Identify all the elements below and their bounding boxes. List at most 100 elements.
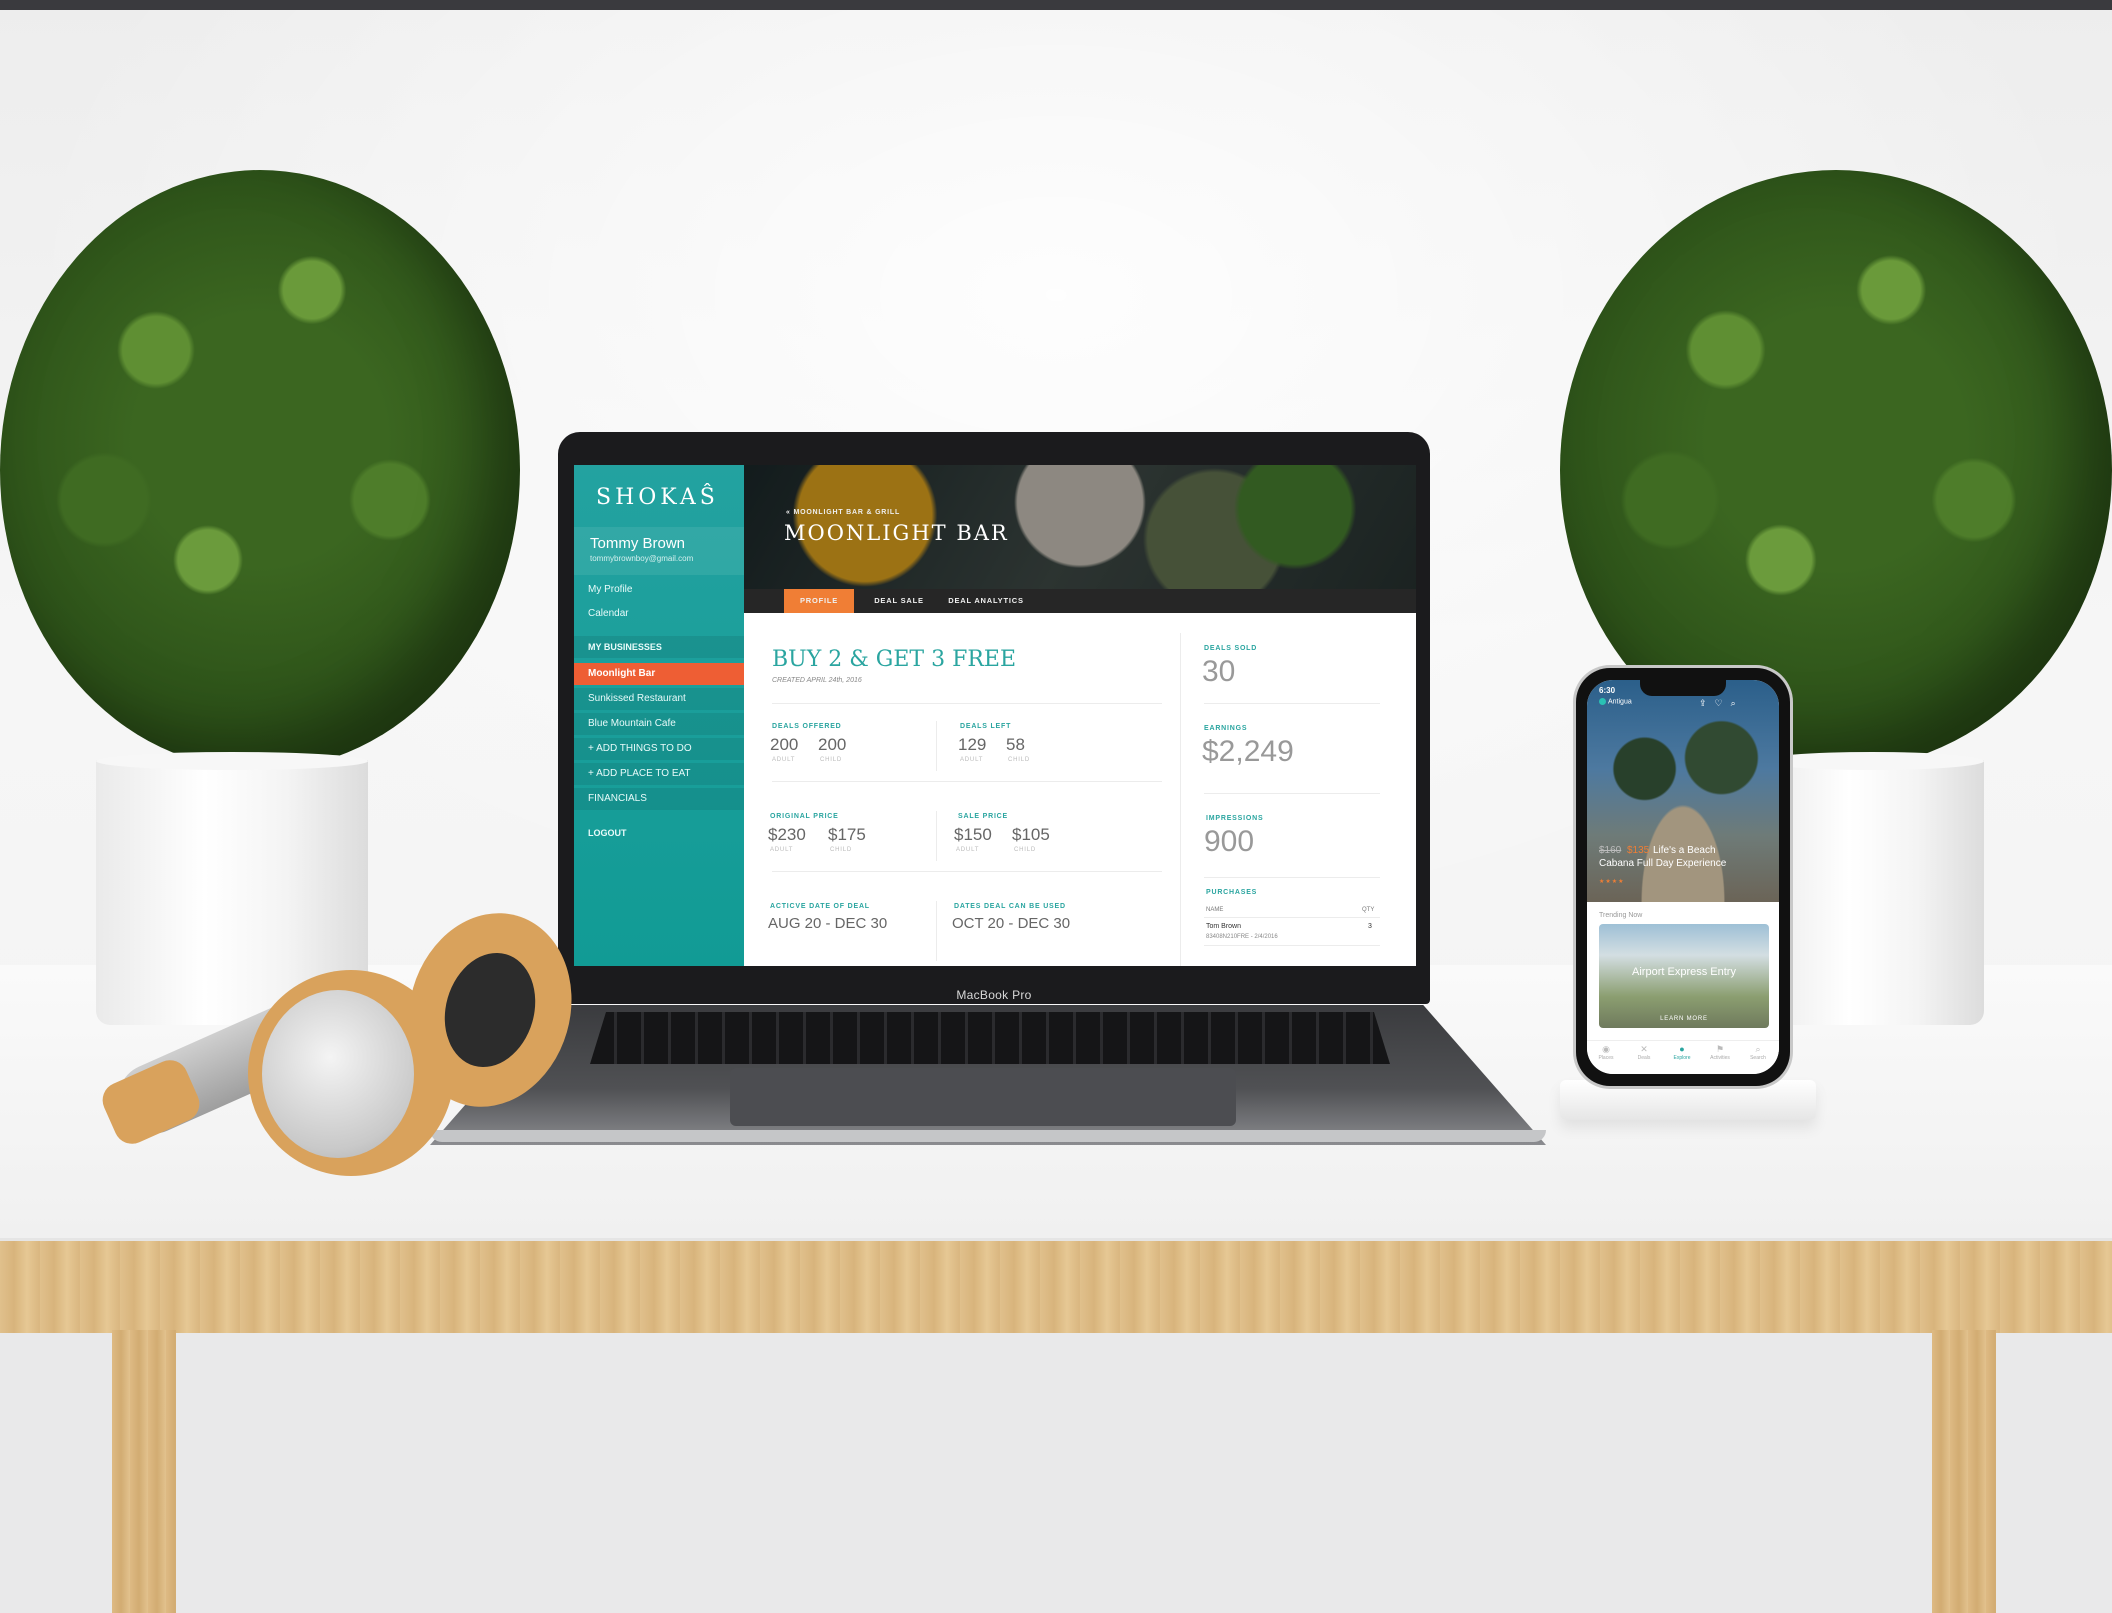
deals-sold-label: DEALS SOLD <box>1204 645 1258 652</box>
learn-more-link[interactable]: LEARN MORE <box>1599 1016 1769 1022</box>
desk-edge <box>0 1238 2112 1333</box>
user-block[interactable]: Tommy Brown tommybrownboy@gmail.com <box>574 527 744 575</box>
original-price-child: $175 <box>828 825 866 844</box>
deal-created-date: CREATED APRIL 24th, 2016 <box>772 677 862 684</box>
purchase-row-qty: 3 <box>1368 923 1372 930</box>
trending-card[interactable]: Airport Express Entry LEARN MORE <box>1599 924 1769 1028</box>
breadcrumb[interactable]: « MOONLIGHT BAR & GRILL <box>786 509 900 516</box>
sidebar-item-financials[interactable]: FINANCIALS <box>574 788 744 810</box>
adult-label: ADULT <box>960 757 984 763</box>
sale-price-child: $105 <box>1012 825 1050 844</box>
explore-icon: ● <box>1679 1044 1685 1054</box>
phone-nav-explore[interactable]: Explore <box>1663 1055 1701 1061</box>
purchases-col-qty: QTY <box>1362 907 1375 913</box>
deals-left-label: DEALS LEFT <box>960 723 1012 730</box>
phone-notch <box>1640 680 1726 696</box>
purchase-row-code: 83408N210FRE - 2/4/2016 <box>1206 934 1278 940</box>
top-border <box>0 0 2112 10</box>
impressions-value: 900 <box>1204 825 1255 858</box>
phone-header-icons: ⇪♡⌕ <box>1699 698 1744 709</box>
hero-banner: « MOONLIGHT BAR & GRILL MOONLIGHT BAR <box>744 465 1416 589</box>
deals-offered-child: 200 <box>818 735 847 754</box>
sidebar-item-add-things[interactable]: + ADD THINGS TO DO <box>574 738 744 760</box>
adult-label: ADULT <box>772 757 796 763</box>
trending-card-title: Airport Express Entry <box>1632 966 1736 978</box>
sidebar-section-my-businesses: MY BUSINESSES <box>574 636 744 658</box>
dates-used-value: OCT 20 - DEC 30 <box>952 915 1071 932</box>
user-email: tommybrownboy@gmail.com <box>590 554 694 563</box>
desk-leg-right <box>1932 1330 1996 1613</box>
dates-used-label: DATES DEAL CAN BE USED <box>954 903 1066 910</box>
page-title: MOONLIGHT BAR <box>784 521 1009 545</box>
desk-leg-left <box>112 1330 176 1613</box>
phone-location[interactable]: Antigua <box>1599 698 1632 705</box>
search-icon[interactable]: ⌕ <box>1731 698 1744 708</box>
laptop-trackpad <box>730 1068 1236 1126</box>
adult-label: ADULT <box>956 847 980 853</box>
rating-stars-icon: ★★★★ <box>1599 879 1625 885</box>
earnings-value: $2,249 <box>1202 735 1294 768</box>
original-price-adult: $230 <box>768 825 806 844</box>
phone-dock <box>1560 1080 1816 1120</box>
purchases-label: PURCHASES <box>1206 889 1258 896</box>
deals-offered-adult: 200 <box>770 735 799 754</box>
laptop-keyboard <box>590 1012 1390 1064</box>
share-icon[interactable]: ⇪ <box>1699 698 1715 708</box>
phone-nav-deals[interactable]: Deals <box>1625 1055 1663 1061</box>
purchases-col-name: NAME <box>1206 907 1224 913</box>
original-price-label: ORIGINAL PRICE <box>770 813 839 820</box>
deals-left-child: 58 <box>1006 735 1025 754</box>
main-content: BUY 2 & GET 3 FREE CREATED APRIL 24th, 2… <box>744 613 1416 966</box>
purchase-row-name[interactable]: Tom Brown <box>1206 923 1241 930</box>
deal-title-line-1[interactable]: Life's a Beach <box>1653 845 1716 856</box>
sidebar-item-logout[interactable]: LOGOUT <box>574 822 744 844</box>
sidebar-item-sunkissed-restaurant[interactable]: Sunkissed Restaurant <box>574 688 744 710</box>
laptop-base-front <box>430 1130 1546 1142</box>
deals-left-adult: 129 <box>958 735 987 754</box>
phone-nav-activities[interactable]: Activities <box>1701 1055 1739 1061</box>
app-logo[interactable]: SHOKAŜ <box>596 485 719 510</box>
tab-profile[interactable]: PROFILE <box>784 589 854 613</box>
phone-bottom-nav: ◉ Places ✕ Deals ● Explore ⚑ Activities … <box>1587 1040 1779 1074</box>
laptop-screen: SHOKAŜ Tommy Brown tommybrownboy@gmail.c… <box>574 465 1416 966</box>
phone-status-time: 6:30 <box>1599 686 1616 695</box>
sidebar-item-moonlight-bar[interactable]: Moonlight Bar <box>574 663 744 685</box>
deal-title: BUY 2 & GET 3 FREE <box>772 647 1017 672</box>
trending-heading: Trending Now <box>1599 912 1643 919</box>
sidebar-item-calendar[interactable]: Calendar <box>574 603 744 625</box>
user-name: Tommy Brown <box>590 535 686 552</box>
tab-deal-analytics[interactable]: DEAL ANALYTICS <box>940 589 1032 613</box>
places-icon: ◉ <box>1602 1044 1610 1054</box>
tab-bar: PROFILE DEAL SALE DEAL ANALYTICS <box>744 589 1416 613</box>
phone-nav-places[interactable]: Places <box>1587 1055 1625 1061</box>
sale-price-label: SALE PRICE <box>958 813 1009 820</box>
deals-icon: ✕ <box>1640 1044 1648 1054</box>
floor <box>0 1330 2112 1613</box>
sidebar-item-my-profile[interactable]: My Profile <box>574 579 744 601</box>
deal-title-line-2[interactable]: Cabana Full Day Experience <box>1599 858 1726 869</box>
tab-deal-sale[interactable]: DEAL SALE <box>864 589 934 613</box>
sidebar: SHOKAŜ Tommy Brown tommybrownboy@gmail.c… <box>574 465 744 966</box>
deal-new-price: $135 <box>1627 845 1650 856</box>
deal-old-price: $160 <box>1599 845 1622 856</box>
earnings-label: EARNINGS <box>1204 725 1248 732</box>
deals-offered-label: DEALS OFFERED <box>772 723 842 730</box>
sale-price-adult: $150 <box>954 825 992 844</box>
sidebar-item-blue-mountain-cafe[interactable]: Blue Mountain Cafe <box>574 713 744 735</box>
heart-icon[interactable]: ♡ <box>1715 698 1731 708</box>
phone-nav-search[interactable]: Search <box>1739 1055 1777 1061</box>
active-date-value: AUG 20 - DEC 30 <box>768 915 888 932</box>
active-date-label: ACTICVE DATE OF DEAL <box>770 903 870 910</box>
laptop-label: MacBook Pro <box>956 988 1032 1002</box>
phone-screen: 6:30 Antigua ⇪♡⌕ $160 $135 Life's a Beac… <box>1587 680 1779 1074</box>
child-label: CHILD <box>820 757 843 763</box>
child-label: CHILD <box>1014 847 1037 853</box>
impressions-label: IMPRESSIONS <box>1206 815 1264 822</box>
location-dot-icon <box>1599 698 1606 705</box>
adult-label: ADULT <box>770 847 794 853</box>
child-label: CHILD <box>830 847 853 853</box>
sidebar-item-add-place[interactable]: + ADD PLACE TO EAT <box>574 763 744 785</box>
child-label: CHILD <box>1008 757 1031 763</box>
deals-sold-value: 30 <box>1202 655 1236 688</box>
activities-icon: ⚑ <box>1715 1044 1725 1054</box>
